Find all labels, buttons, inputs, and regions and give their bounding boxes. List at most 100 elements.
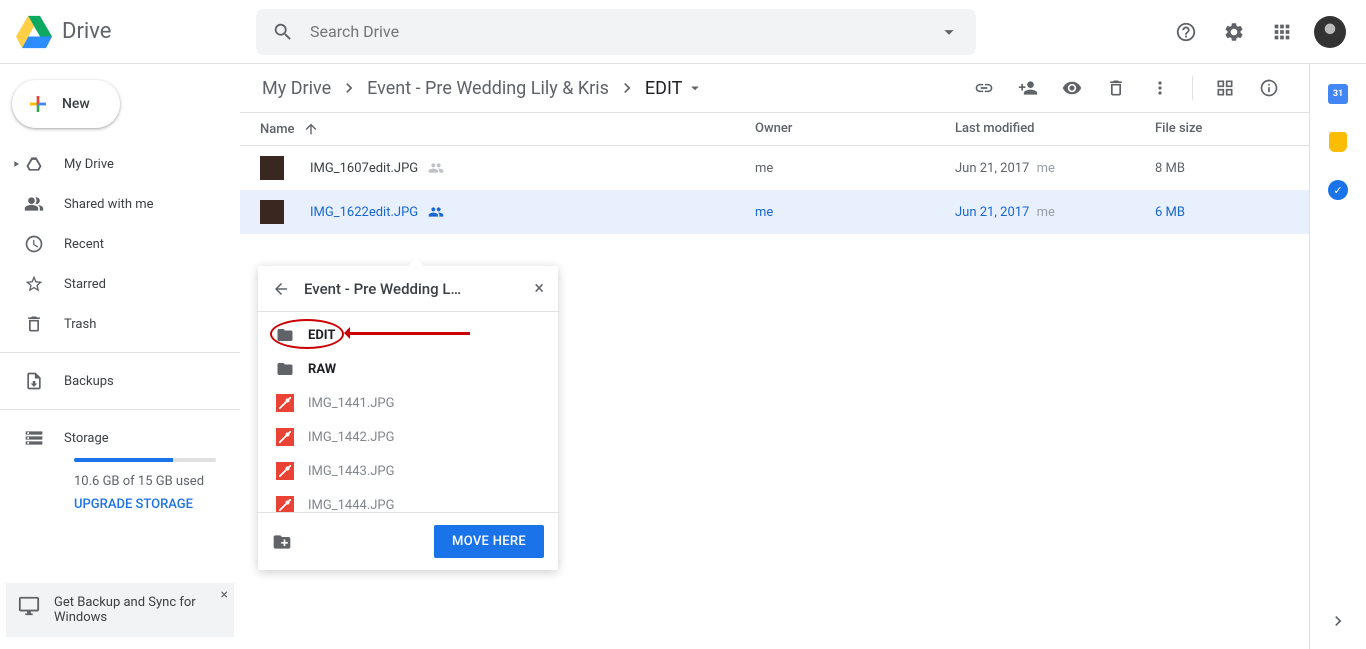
file-owner: me — [755, 205, 955, 220]
app-title: Drive — [62, 19, 111, 44]
chevron-down-icon[interactable] — [686, 79, 704, 97]
help-button[interactable] — [1166, 12, 1206, 52]
details-button[interactable] — [1249, 68, 1289, 108]
item-label: IMG_1444.JPG — [308, 498, 395, 513]
new-folder-icon[interactable] — [272, 532, 292, 552]
search-bar[interactable] — [256, 9, 976, 55]
view-toggle-button[interactable] — [1205, 68, 1245, 108]
tasks-icon[interactable] — [1328, 180, 1348, 200]
preview-button[interactable] — [1052, 68, 1092, 108]
popup-footer: MOVE HERE — [258, 512, 558, 570]
item-label: RAW — [308, 362, 336, 377]
move-here-button[interactable]: MOVE HERE — [434, 525, 544, 558]
storage-icon — [24, 428, 44, 448]
list-header: Name Owner Last modified File size — [240, 112, 1309, 146]
popup-header: Event - Pre Wedding L… × — [258, 266, 558, 312]
search-icon — [272, 21, 294, 43]
move-popup-item[interactable]: IMG_1443.JPG — [258, 454, 558, 488]
side-panel-toggle-icon[interactable] — [1326, 609, 1350, 633]
item-label: IMG_1443.JPG — [308, 464, 395, 479]
col-header-owner[interactable]: Owner — [755, 121, 955, 137]
separator — [1192, 76, 1193, 100]
table-row[interactable]: IMG_1607edit.JPG me Jun 21, 2017 me 8 MB — [240, 146, 1309, 190]
close-icon[interactable]: × — [534, 278, 544, 299]
table-row[interactable]: IMG_1622edit.JPG me Jun 21, 2017 me 6 MB — [240, 190, 1309, 234]
promo-text: Get Backup and Sync for Windows — [54, 595, 222, 625]
storage-used-text: 10.6 GB of 15 GB used — [74, 474, 216, 489]
move-popup-item[interactable]: IMG_1441.JPG — [258, 386, 558, 420]
promo-close-icon[interactable]: × — [221, 587, 228, 603]
trash-icon — [24, 314, 44, 334]
image-file-icon — [276, 496, 294, 512]
move-popup-item[interactable]: RAW — [258, 352, 558, 386]
upgrade-storage-link[interactable]: UPGRADE STORAGE — [74, 497, 216, 512]
settings-button[interactable] — [1214, 12, 1254, 52]
apps-icon — [1271, 21, 1293, 43]
move-popup-item[interactable]: EDIT — [258, 318, 558, 352]
image-file-icon — [276, 428, 294, 446]
mydrive-icon — [24, 154, 44, 174]
sort-arrow-icon — [303, 121, 319, 137]
info-icon — [1259, 78, 1279, 98]
plus-icon — [26, 92, 50, 116]
file-modified: Jun 21, 2017 me — [955, 161, 1155, 176]
item-label: IMG_1442.JPG — [308, 430, 395, 445]
search-options-icon[interactable] — [938, 21, 960, 43]
col-header-modified[interactable]: Last modified — [955, 121, 1155, 137]
search-input[interactable] — [310, 22, 938, 41]
header-actions — [1166, 12, 1350, 52]
back-icon[interactable] — [272, 280, 290, 298]
move-popup-item[interactable]: IMG_1444.JPG — [258, 488, 558, 512]
sidebar-item-shared[interactable]: Shared with me — [0, 184, 240, 224]
file-thumbnail — [260, 156, 284, 180]
file-list: IMG_1607edit.JPG me Jun 21, 2017 me 8 MB… — [240, 146, 1309, 234]
breadcrumb-folder[interactable]: Event - Pre Wedding Lily & Kris — [365, 74, 611, 103]
avatar — [1314, 16, 1346, 48]
sidebar-item-recent[interactable]: Recent — [0, 224, 240, 264]
storage-section: 10.6 GB of 15 GB used UPGRADE STORAGE — [0, 458, 240, 524]
keep-icon[interactable] — [1329, 132, 1347, 152]
col-header-name[interactable]: Name — [260, 121, 755, 137]
calendar-icon[interactable] — [1328, 84, 1348, 104]
breadcrumb-root[interactable]: My Drive — [260, 74, 333, 103]
sidebar-item-mydrive[interactable]: My Drive — [0, 144, 240, 184]
help-icon — [1175, 21, 1197, 43]
trash-icon — [1106, 78, 1126, 98]
shared-icon — [24, 194, 44, 214]
right-side-panel — [1310, 64, 1366, 649]
nav-label: Backups — [64, 374, 114, 389]
backup-sync-promo[interactable]: Get Backup and Sync for Windows × — [6, 583, 234, 637]
sidebar-item-backups[interactable]: Backups — [0, 361, 240, 401]
more-button[interactable] — [1140, 68, 1180, 108]
account-button[interactable] — [1310, 12, 1350, 52]
sidebar-item-storage[interactable]: Storage — [0, 418, 240, 458]
delete-button[interactable] — [1096, 68, 1136, 108]
popup-title: Event - Pre Wedding L… — [304, 280, 534, 298]
nav-label: My Drive — [64, 157, 114, 172]
divider — [0, 352, 240, 353]
logo-section[interactable]: Drive — [16, 14, 256, 50]
popup-body[interactable]: EDIT RAW IMG_1441.JPG IMG_1442.JPG IMG_1443.… — [258, 312, 558, 512]
apps-button[interactable] — [1262, 12, 1302, 52]
new-button[interactable]: New — [12, 80, 120, 128]
share-button[interactable] — [1008, 68, 1048, 108]
folder-icon — [276, 360, 294, 378]
link-icon — [974, 78, 994, 98]
eye-icon — [1062, 78, 1082, 98]
col-header-size[interactable]: File size — [1155, 121, 1289, 137]
nav-label: Shared with me — [64, 197, 154, 212]
expand-icon[interactable] — [8, 159, 24, 169]
move-popup-item[interactable]: IMG_1442.JPG — [258, 420, 558, 454]
nav-label: Trash — [64, 317, 96, 332]
storage-heading: Storage — [64, 431, 109, 446]
nav-label: Starred — [64, 277, 106, 292]
recent-icon — [24, 234, 44, 254]
storage-bar — [74, 458, 216, 462]
gear-icon — [1223, 21, 1245, 43]
sidebar-item-trash[interactable]: Trash — [0, 304, 240, 344]
breadcrumb-current[interactable]: EDIT — [643, 74, 684, 103]
get-link-button[interactable] — [964, 68, 1004, 108]
shared-icon — [428, 204, 444, 220]
sidebar-item-starred[interactable]: Starred — [0, 264, 240, 304]
chevron-right-icon — [339, 78, 359, 98]
